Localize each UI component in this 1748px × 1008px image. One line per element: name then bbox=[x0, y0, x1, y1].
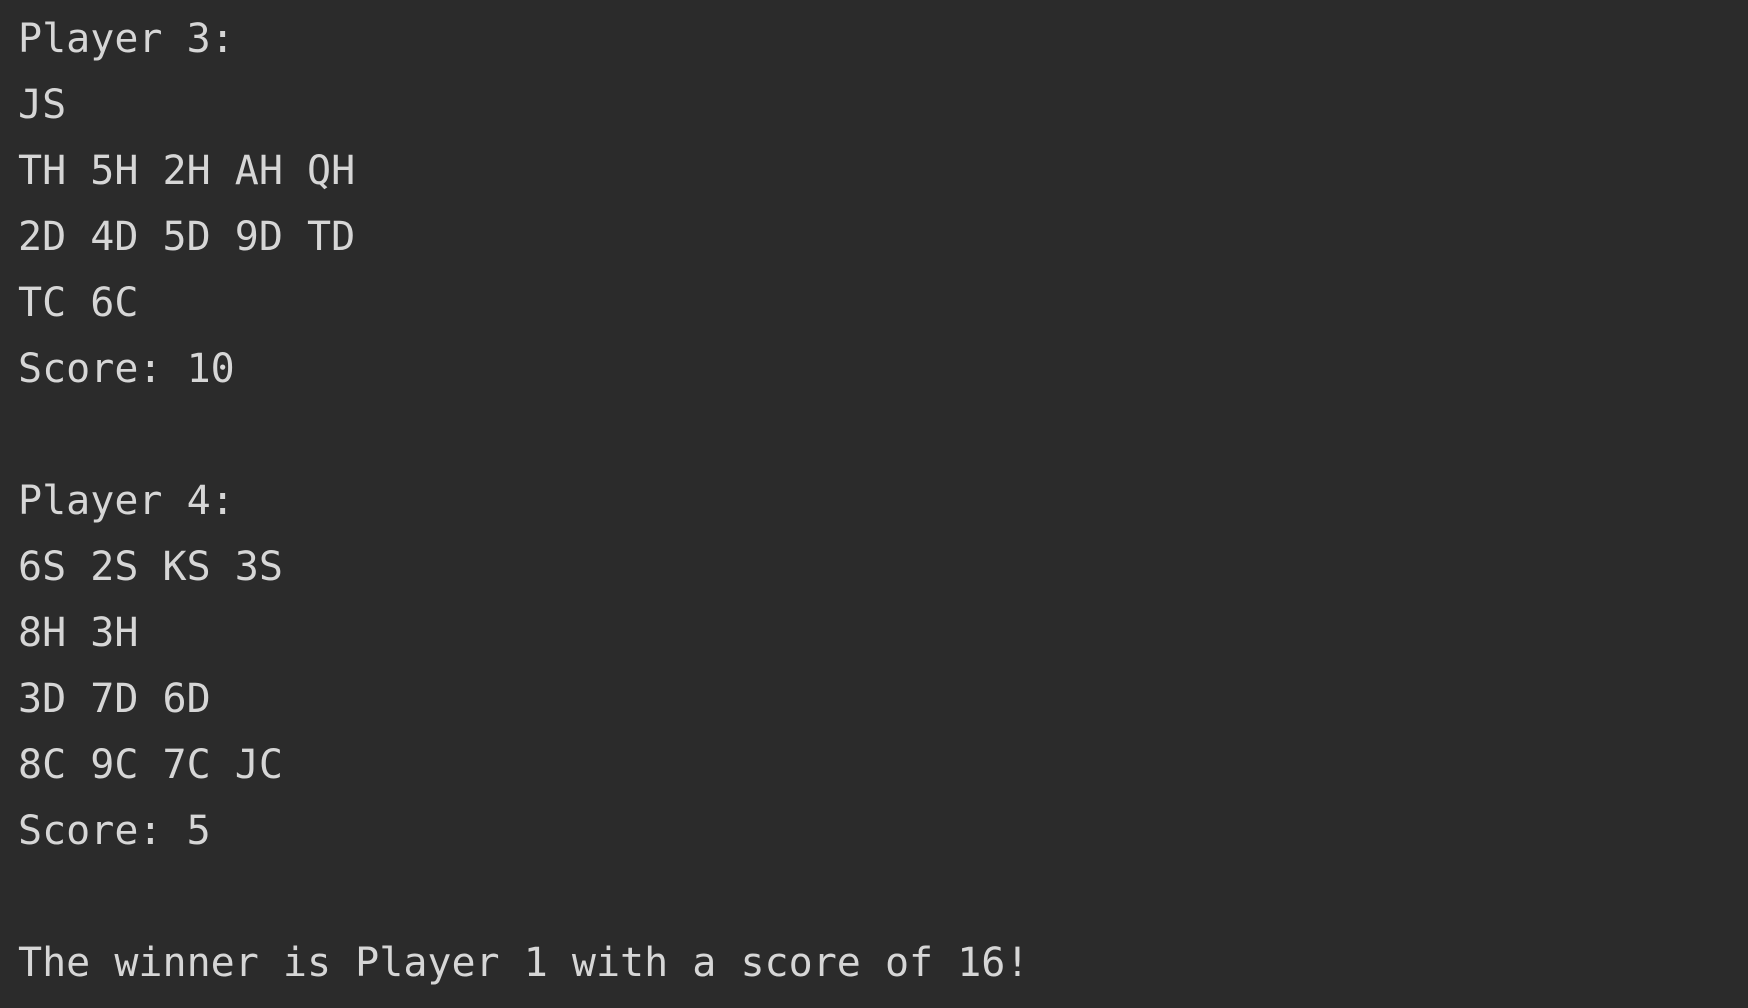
console-line: Score: 5 bbox=[18, 808, 211, 854]
console-line: TC 6C bbox=[18, 280, 139, 326]
console-line: Player 3: bbox=[18, 16, 235, 62]
console-line: 6S 2S KS 3S bbox=[18, 544, 283, 590]
console-line: 3D 7D 6D bbox=[18, 676, 211, 722]
console-line: The winner is Player 1 with a score of 1… bbox=[18, 940, 1030, 986]
console-line: Player 4: bbox=[18, 478, 235, 524]
console-output: Player 3: JS TH 5H 2H AH QH 2D 4D 5D 9D … bbox=[0, 0, 1748, 1008]
console-line: JS bbox=[18, 82, 67, 128]
console-line: 8H 3H bbox=[18, 610, 139, 656]
console-line: Score: 10 bbox=[18, 346, 235, 392]
console-line: 2D 4D 5D 9D TD bbox=[18, 214, 356, 260]
console-line: TH 5H 2H AH QH bbox=[18, 148, 356, 194]
console-line: 8C 9C 7C JC bbox=[18, 742, 283, 788]
